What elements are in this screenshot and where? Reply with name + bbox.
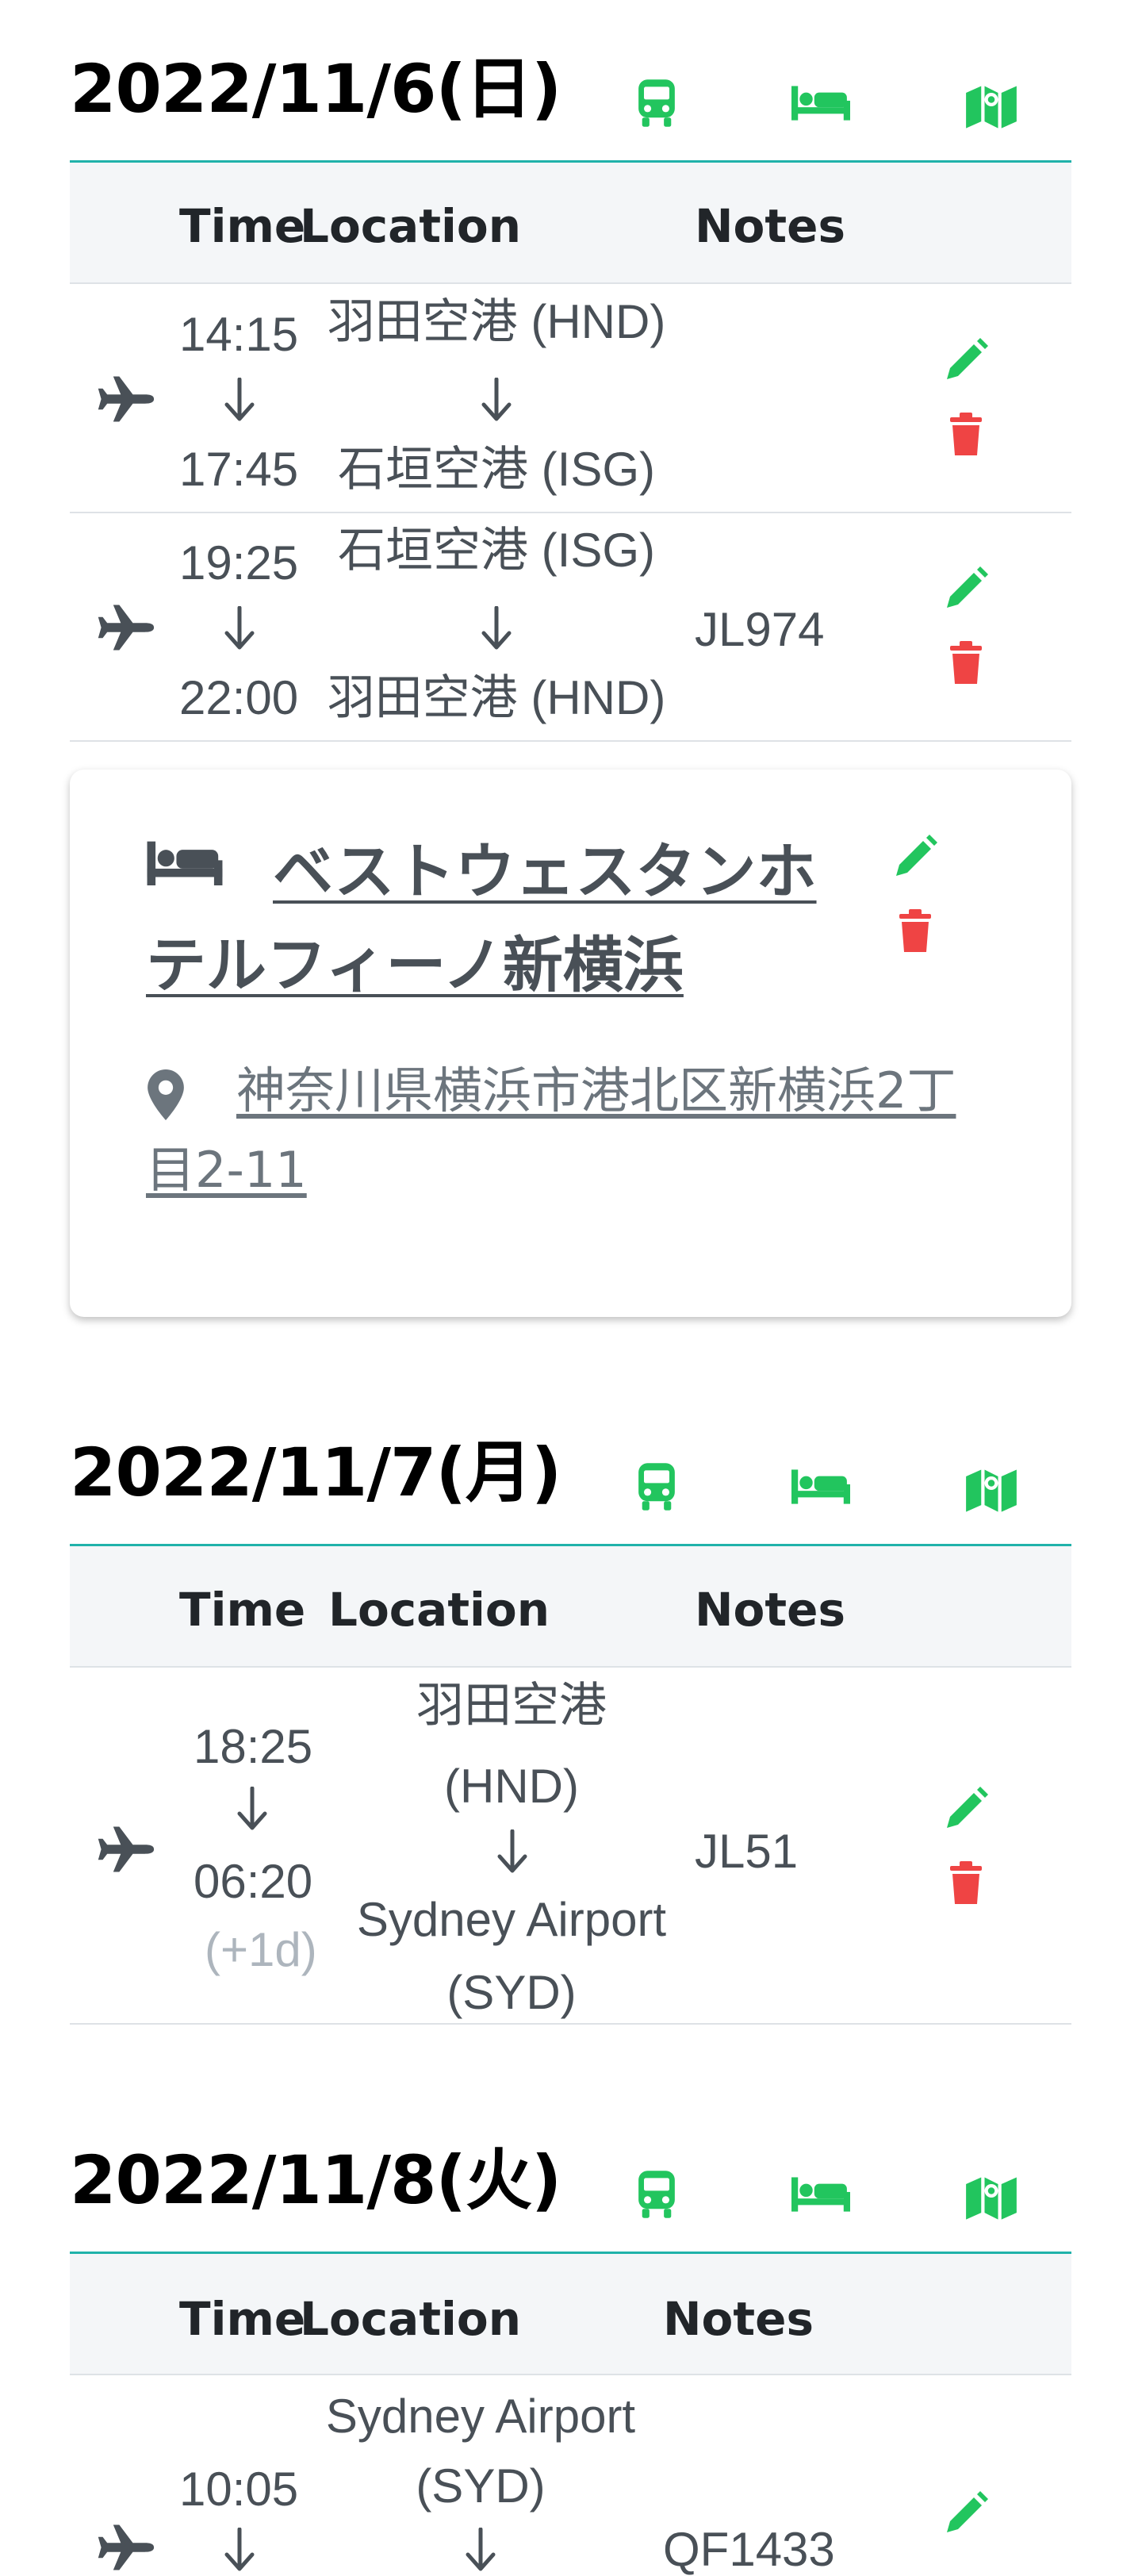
arrive-time: 06:20 [194,1855,313,1908]
row-notes: QF1433 [663,2523,835,2576]
map-icon[interactable] [964,1468,1018,1512]
arrow-down-icon [224,606,255,651]
header-time: Time [179,1583,306,1637]
depart-time: 10:05 [179,2463,299,2516]
arrow-down-icon [481,606,512,651]
day-date-heading: 2022/11/7(月) [70,1434,561,1511]
plane-icon [95,603,155,652]
bed-icon[interactable] [791,84,850,121]
train-icon[interactable] [634,2169,679,2220]
header-notes: Notes [663,2292,814,2346]
edit-pencil-icon[interactable] [944,1787,988,1831]
plane-icon [95,1825,155,1874]
map-icon[interactable] [964,2175,1018,2220]
depart-time: 14:15 [179,308,299,361]
header-location: Location [328,1583,550,1637]
arrow-down-icon [236,1787,268,1831]
arrive-time: 22:00 [179,671,299,724]
from-location-line1: 羽田空港 [416,1679,607,1732]
depart-time: 19:25 [179,536,299,589]
header-time: Time [179,2292,306,2346]
delete-trash-icon[interactable] [896,909,934,954]
header-notes: Notes [695,199,845,253]
delete-trash-icon[interactable] [947,641,985,685]
edit-pencil-icon[interactable] [944,566,988,611]
header-location: Location [300,199,522,253]
map-icon[interactable] [964,84,1018,129]
from-location: 石垣空港 (ISG) [338,524,655,577]
train-icon[interactable] [634,1461,679,1512]
from-location-line2: (SYD) [416,2459,546,2513]
arrow-down-icon [496,1829,528,1874]
hotel-name-link[interactable]: ベストウェスタンホテルフィーノ新横浜 [146,825,860,1012]
plane-icon [95,374,155,424]
from-location-line2: (HND) [444,1760,579,1813]
from-location: 羽田空港 (HND) [327,295,666,348]
header-time: Time [179,199,306,253]
delete-trash-icon[interactable] [947,413,985,457]
bed-icon[interactable] [791,1468,850,1504]
header-location: Location [300,2292,522,2346]
from-location-line1: Sydney Airport [325,2390,636,2443]
day-date-heading: 2022/11/6(日) [70,50,561,128]
bed-icon[interactable] [791,2175,850,2212]
edit-pencil-icon[interactable] [944,2491,988,2536]
to-location-line1: Sydney Airport [356,1893,667,1946]
edit-pencil-icon[interactable] [893,835,937,879]
row-divider [70,740,1071,742]
header-notes: Notes [695,1583,845,1637]
arrive-time: 17:45 [179,443,299,496]
to-location: 羽田空港 (HND) [327,671,666,724]
day-offset-label: (+1d) [205,1923,317,1976]
to-location-line2: (SYD) [446,1966,577,2019]
to-location: 石垣空港 (ISG) [338,443,655,496]
arrow-down-icon [465,2528,496,2572]
row-divider [70,2023,1071,2025]
arrow-down-icon [481,378,512,422]
depart-time: 18:25 [194,1720,313,1773]
delete-trash-icon[interactable] [947,1861,985,1906]
train-icon[interactable] [634,78,679,129]
arrow-down-icon [224,2528,255,2572]
row-divider [70,512,1071,513]
plane-icon [95,2523,155,2572]
row-notes: JL974 [695,603,825,656]
row-notes: JL51 [695,1825,799,1878]
arrow-down-icon [224,378,255,422]
edit-pencil-icon[interactable] [944,338,988,382]
hotel-address-link[interactable]: 神奈川県横浜市港北区新横浜2丁目2-11 [146,1051,987,1210]
day-date-heading: 2022/11/8(火) [70,2141,561,2219]
